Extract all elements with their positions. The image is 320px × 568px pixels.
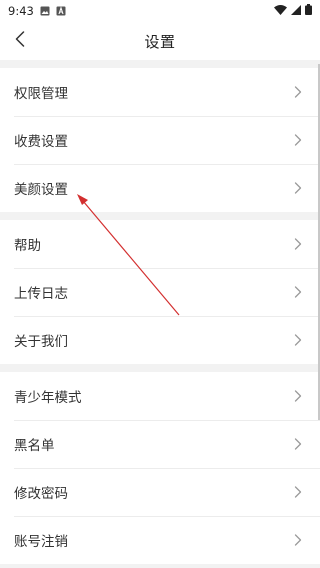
menu-item-label: 权限管理 bbox=[14, 86, 68, 102]
chevron-right-icon bbox=[294, 334, 302, 346]
chevron-left-icon bbox=[15, 31, 25, 51]
a-notification-icon bbox=[56, 6, 66, 16]
chevron-right-icon bbox=[294, 486, 302, 498]
status-left: 9:43 bbox=[8, 4, 66, 18]
menu-item-label: 美颜设置 bbox=[14, 182, 68, 198]
menu-item-teen-mode[interactable]: 青少年模式 bbox=[0, 372, 320, 420]
settings-group-security: 青少年模式 黑名单 修改密码 账号注销 bbox=[0, 372, 320, 564]
menu-item-label: 修改密码 bbox=[14, 486, 68, 502]
chevron-right-icon bbox=[294, 438, 302, 450]
battery-icon bbox=[305, 4, 312, 18]
chevron-right-icon bbox=[294, 182, 302, 194]
chevron-right-icon bbox=[294, 86, 302, 98]
signal-icon bbox=[291, 4, 301, 18]
chevron-right-icon bbox=[294, 286, 302, 298]
settings-group-support: 帮助 上传日志 关于我们 bbox=[0, 220, 320, 364]
menu-item-delete-account[interactable]: 账号注销 bbox=[0, 516, 320, 564]
menu-item-change-password[interactable]: 修改密码 bbox=[0, 468, 320, 516]
menu-item-upload-log[interactable]: 上传日志 bbox=[0, 268, 320, 316]
wifi-icon bbox=[274, 4, 287, 18]
menu-item-label: 上传日志 bbox=[14, 286, 68, 302]
status-right bbox=[274, 4, 312, 18]
menu-item-label: 黑名单 bbox=[14, 438, 55, 454]
chevron-right-icon bbox=[294, 534, 302, 546]
menu-item-beauty-settings[interactable]: 美颜设置 bbox=[0, 164, 320, 212]
chevron-right-icon bbox=[294, 238, 302, 250]
page-title: 设置 bbox=[144, 32, 176, 51]
status-bar: 9:43 bbox=[0, 0, 320, 22]
menu-item-label: 关于我们 bbox=[14, 334, 68, 350]
menu-item-fee-settings[interactable]: 收费设置 bbox=[0, 116, 320, 164]
menu-item-label: 账号注销 bbox=[14, 534, 68, 550]
settings-screen: 9:43 设置 权限管理 收费设置 美颜设置 帮助 上传日志 关于我们 青少年模… bbox=[0, 0, 320, 568]
chevron-right-icon bbox=[294, 134, 302, 146]
menu-item-permissions[interactable]: 权限管理 bbox=[0, 68, 320, 116]
chevron-right-icon bbox=[294, 390, 302, 402]
back-button[interactable] bbox=[6, 22, 34, 60]
menu-item-about-us[interactable]: 关于我们 bbox=[0, 316, 320, 364]
status-time: 9:43 bbox=[8, 4, 34, 18]
menu-item-help[interactable]: 帮助 bbox=[0, 220, 320, 268]
settings-group-account: 权限管理 收费设置 美颜设置 bbox=[0, 68, 320, 212]
menu-item-blacklist[interactable]: 黑名单 bbox=[0, 420, 320, 468]
menu-item-label: 青少年模式 bbox=[14, 390, 82, 406]
menu-item-label: 帮助 bbox=[14, 238, 41, 254]
image-icon bbox=[40, 6, 50, 16]
title-bar: 设置 bbox=[0, 22, 320, 60]
menu-item-label: 收费设置 bbox=[14, 134, 68, 150]
